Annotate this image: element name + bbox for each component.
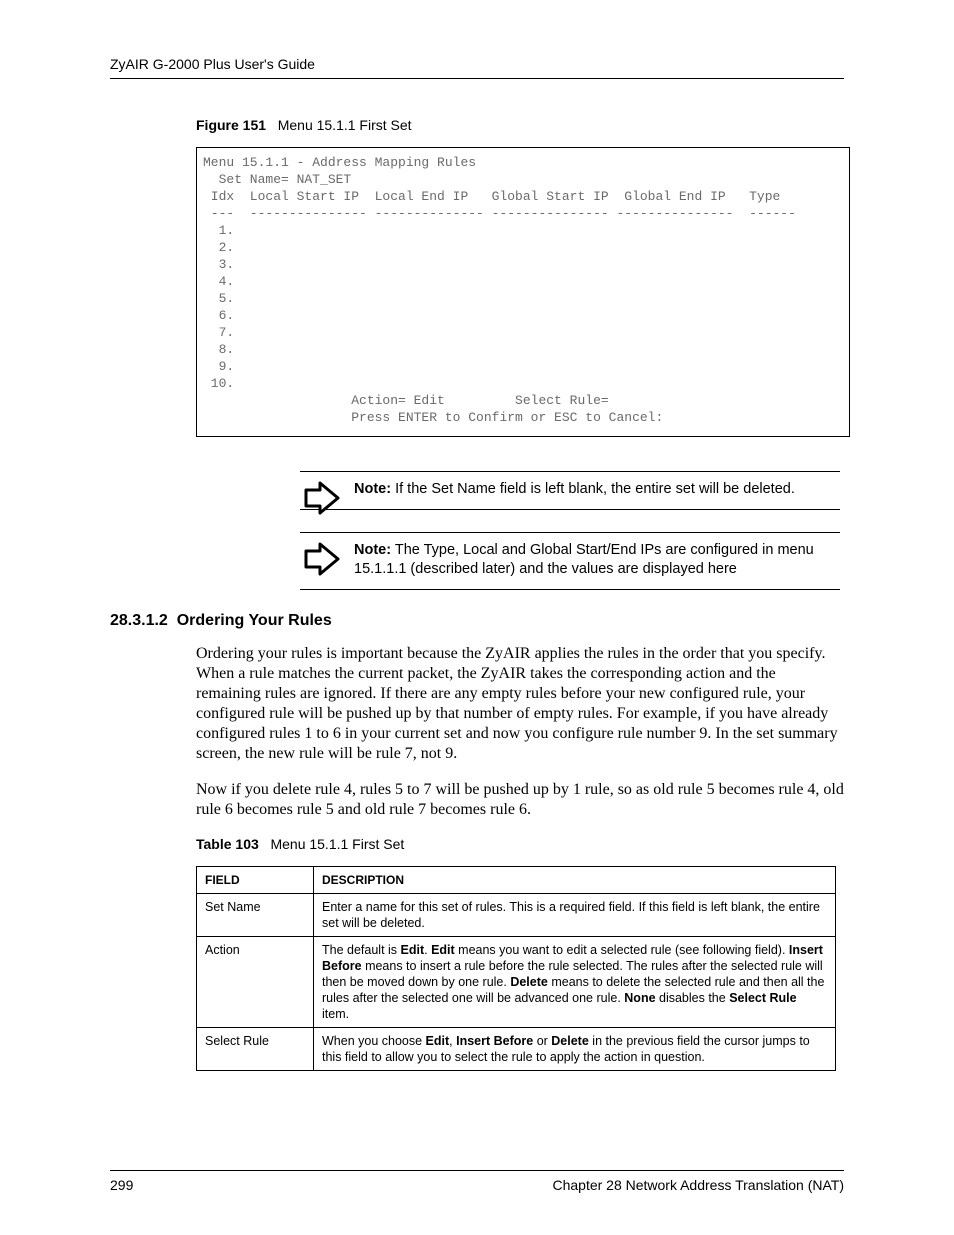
figure-caption: Figure 151 Menu 15.1.1 First Set bbox=[196, 117, 844, 133]
cell-field: Set Name bbox=[197, 894, 314, 937]
note-text-1: If the Set Name field is left blank, the… bbox=[395, 481, 795, 497]
table-caption: Table 103 Menu 15.1.1 First Set bbox=[196, 836, 844, 852]
note-text-2: The Type, Local and Global Start/End IPs… bbox=[354, 542, 814, 577]
note-label: Note: bbox=[354, 481, 391, 497]
terminal-screenshot: Menu 15.1.1 - Address Mapping Rules Set … bbox=[196, 147, 850, 437]
cell-field: Action bbox=[197, 937, 314, 1028]
page-header: ZyAIR G-2000 Plus User's Guide bbox=[110, 56, 844, 79]
body-paragraph-1: Ordering your rules is important because… bbox=[196, 644, 844, 764]
arrow-right-icon bbox=[304, 541, 344, 577]
body-paragraph-2: Now if you delete rule 4, rules 5 to 7 w… bbox=[196, 780, 844, 820]
table-row: Set NameEnter a name for this set of rul… bbox=[197, 894, 836, 937]
note-block-2: Note: The Type, Local and Global Start/E… bbox=[300, 532, 840, 590]
cell-field: Select Rule bbox=[197, 1028, 314, 1071]
table-row: ActionThe default is Edit. Edit means yo… bbox=[197, 937, 836, 1028]
table-label: Table 103 bbox=[196, 836, 259, 852]
note-block-1: Note: If the Set Name field is left blan… bbox=[300, 471, 840, 510]
chapter-title: Chapter 28 Network Address Translation (… bbox=[552, 1177, 844, 1193]
cell-description: When you choose Edit, Insert Before or D… bbox=[314, 1028, 836, 1071]
field-description-table: FIELD DESCRIPTION Set NameEnter a name f… bbox=[196, 866, 836, 1071]
section-title: Ordering Your Rules bbox=[177, 612, 332, 629]
table-caption-text: Menu 15.1.1 First Set bbox=[270, 836, 404, 852]
note-label: Note: bbox=[354, 542, 391, 558]
section-heading: 28.3.1.2 Ordering Your Rules bbox=[110, 612, 844, 630]
cell-description: Enter a name for this set of rules. This… bbox=[314, 894, 836, 937]
table-header-row: FIELD DESCRIPTION bbox=[197, 867, 836, 894]
col-field: FIELD bbox=[197, 867, 314, 894]
col-description: DESCRIPTION bbox=[314, 867, 836, 894]
page-number: 299 bbox=[110, 1177, 133, 1193]
figure-label: Figure 151 bbox=[196, 117, 266, 133]
cell-description: The default is Edit. Edit means you want… bbox=[314, 937, 836, 1028]
page-footer: 299 Chapter 28 Network Address Translati… bbox=[110, 1170, 844, 1193]
table-row: Select RuleWhen you choose Edit, Insert … bbox=[197, 1028, 836, 1071]
section-number: 28.3.1.2 bbox=[110, 612, 168, 629]
figure-caption-text: Menu 15.1.1 First Set bbox=[278, 117, 412, 133]
arrow-right-icon bbox=[304, 480, 344, 516]
